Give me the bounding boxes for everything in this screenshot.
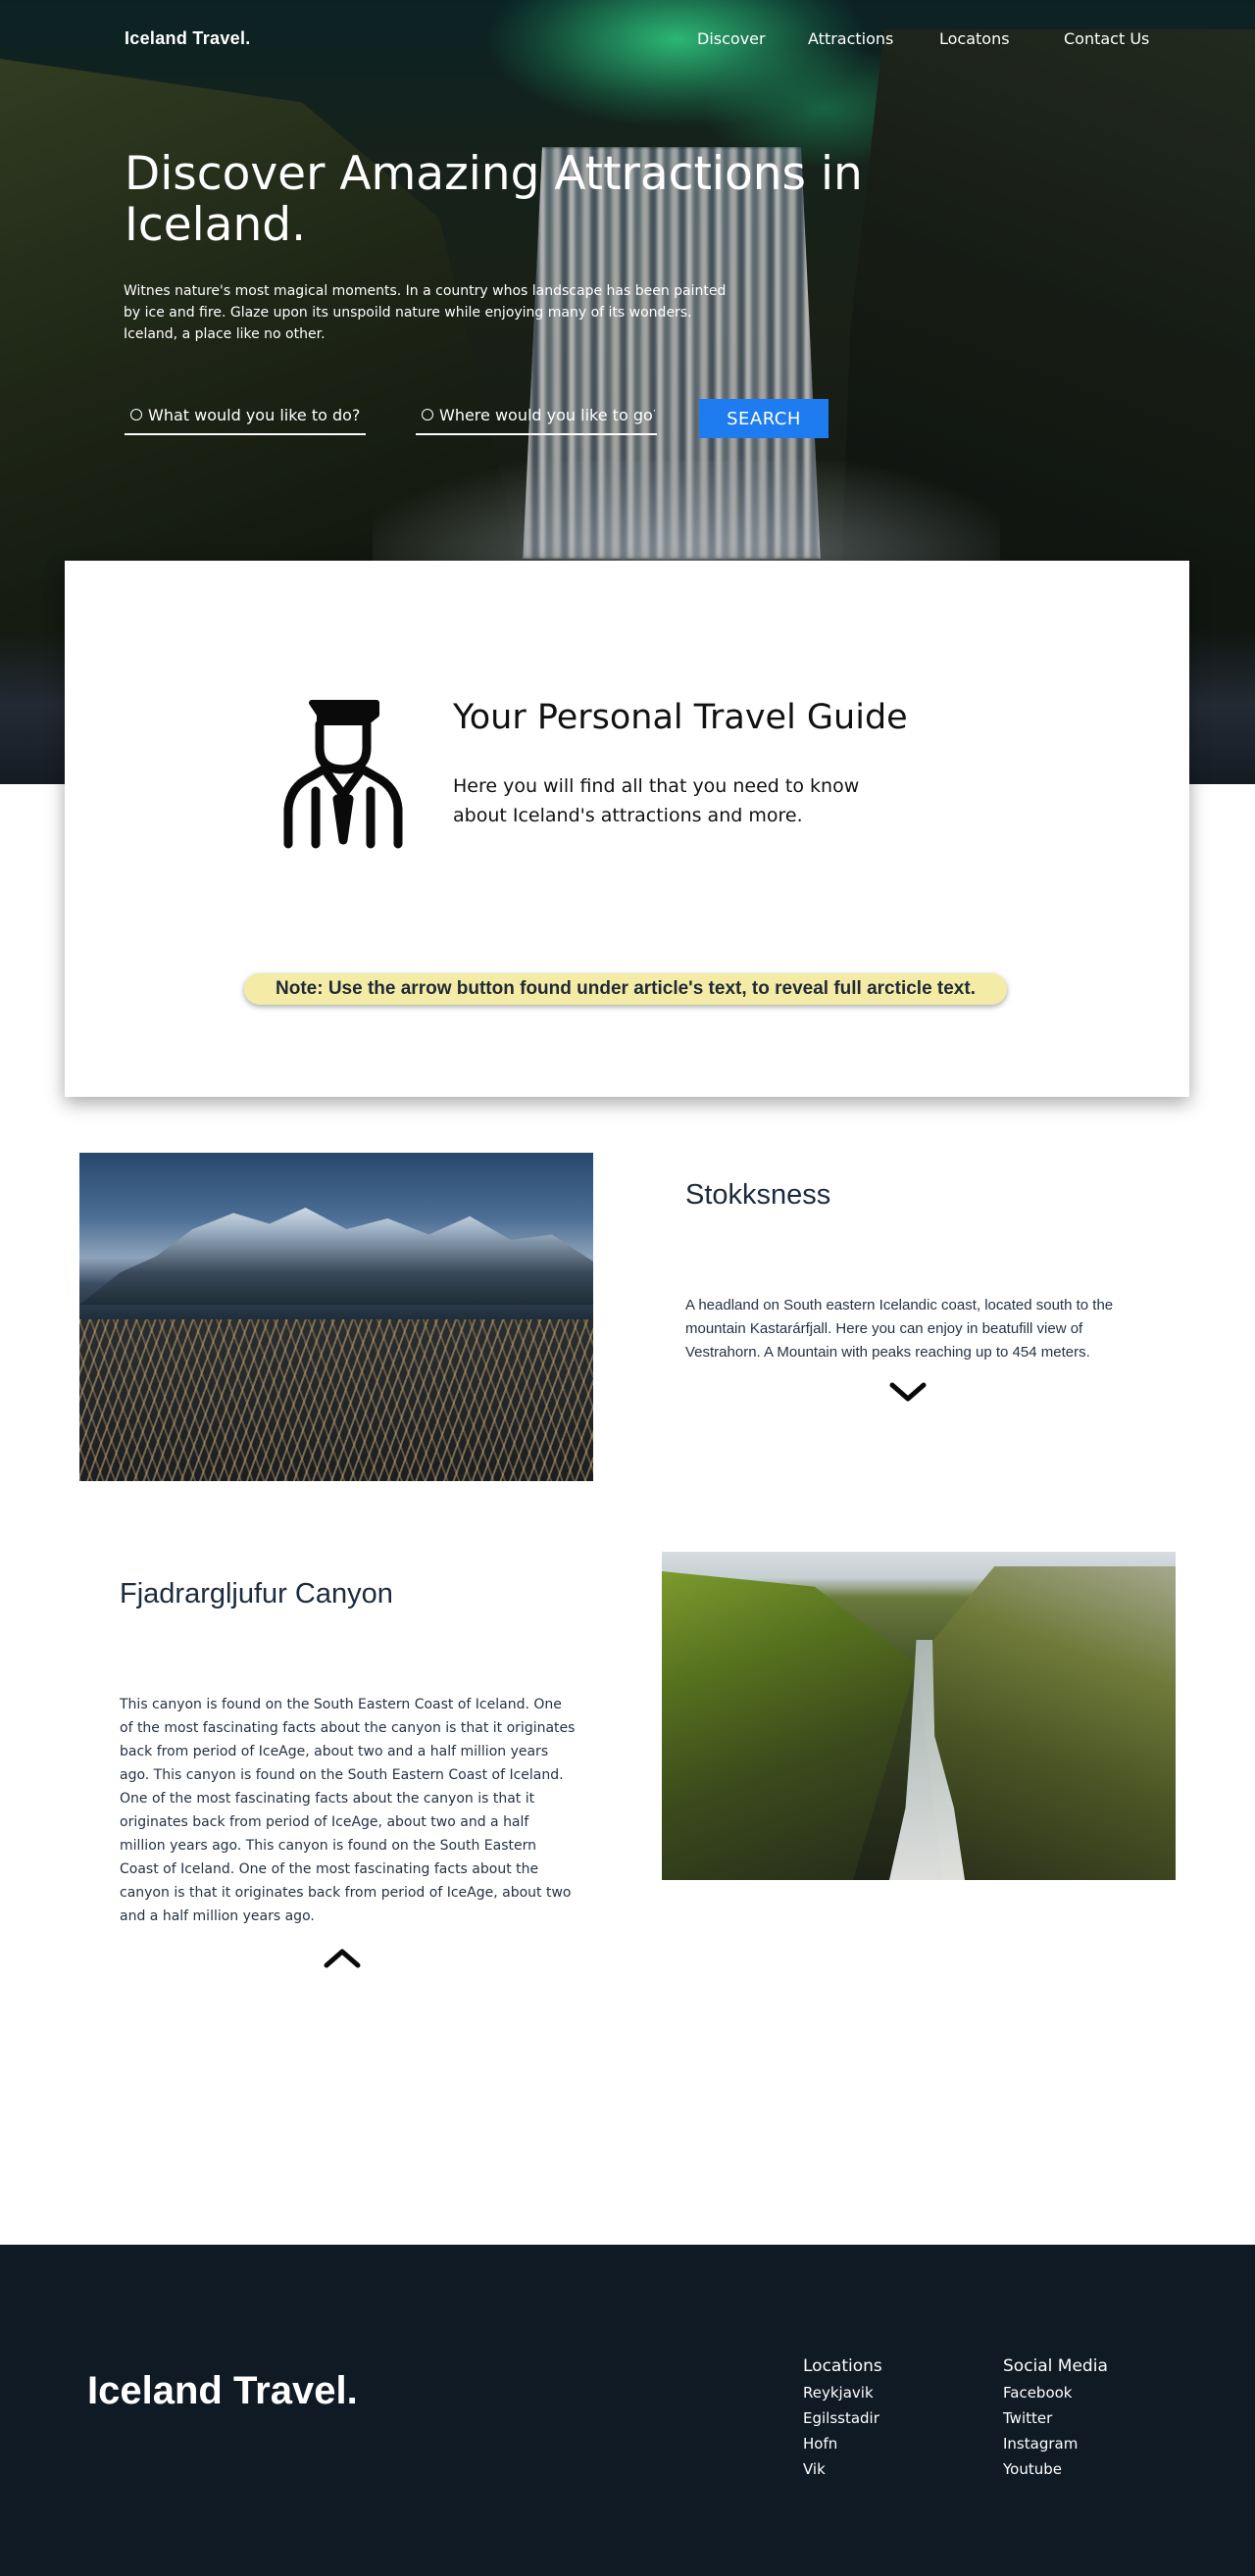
article-text: A headland on South eastern Icelandic co… [685,1297,1114,1361]
stokksness-image [79,1153,593,1481]
search-button[interactable]: SEARCH [699,399,828,438]
footer-link-facebook[interactable]: Facebook [1003,2380,1108,2405]
circle-icon [130,409,142,421]
location-search-input[interactable] [439,405,655,424]
hero-title: Discover Amazing Attractions in Iceland. [125,147,863,252]
article-note-banner: Note: Use the arrow button found under a… [244,973,1007,1005]
chevron-down-icon[interactable] [888,1380,928,1404]
travel-guide-person-icon [283,700,403,849]
footer-social-heading: Social Media [1003,2356,1108,2376]
guide-description: Here you will find all that you need to … [453,775,860,826]
hero-description: Witnes nature's most magical moments. In… [124,280,731,345]
fjadrargljufur-image [662,1552,1176,1880]
nav-discover[interactable]: Discover [697,29,766,48]
footer-link-instagram[interactable]: Instagram [1003,2431,1108,2456]
chevron-up-icon[interactable] [323,1947,362,1970]
footer-link-youtube[interactable]: Youtube [1003,2456,1108,2482]
article-text: This canyon is found on the South Easter… [120,1697,576,1924]
nav-locations[interactable]: Locatons [939,29,1010,48]
activity-search-field[interactable] [125,396,366,435]
hero-description-line: by ice and fire. Glaze upon its unspoild… [124,305,692,321]
hero-description-line: Iceland, a place like no other. [124,326,326,342]
footer-link-vik[interactable]: Vik [803,2456,882,2482]
article-title: Fjadrargljufur Canyon [120,1578,393,1610]
circle-icon [422,409,433,421]
footer-locations: Locations Reykjavik Egilsstadir Hofn Vik [803,2356,882,2482]
footer-link-hofn[interactable]: Hofn [803,2431,882,2456]
guide-title: Your Personal Travel Guide [453,698,908,737]
main-nav: Discover Attractions Locatons Contact Us [0,29,1255,53]
footer-brand[interactable]: Iceland Travel. [87,2369,358,2413]
hero-description-line: Witnes nature's most magical moments. In… [124,283,727,299]
footer-link-egilsstadir[interactable]: Egilsstadir [803,2405,882,2431]
location-search-field[interactable] [416,396,657,435]
footer: Iceland Travel. Locations Reykjavik Egil… [0,2245,1255,2576]
footer-locations-heading: Locations [803,2356,882,2376]
nav-contact-us[interactable]: Contact Us [1064,29,1149,48]
footer-link-twitter[interactable]: Twitter [1003,2405,1108,2431]
article-title: Stokksness [685,1179,831,1211]
footer-social: Social Media Facebook Twitter Instagram … [1003,2356,1108,2482]
activity-search-input[interactable] [148,405,364,424]
footer-link-reykjavik[interactable]: Reykjavik [803,2380,882,2405]
travel-guide-card: Your Personal Travel Guide Here you will… [65,561,1189,1097]
nav-attractions[interactable]: Attractions [808,29,893,48]
